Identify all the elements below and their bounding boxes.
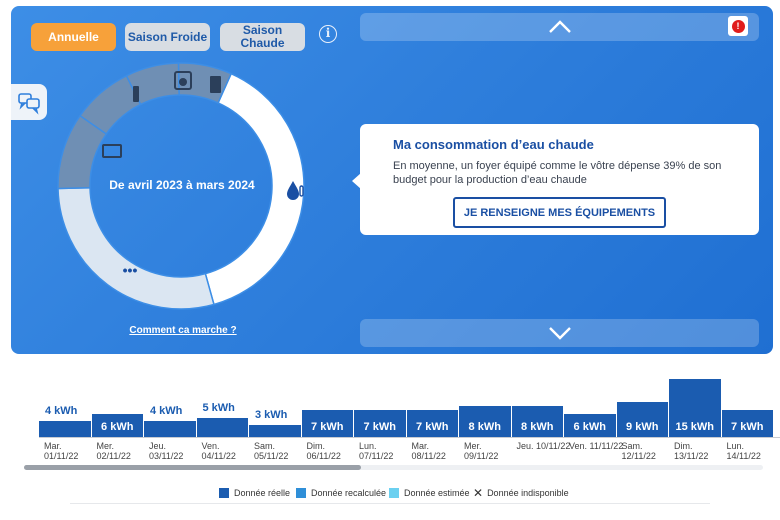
- legend-recalculee-label: Donnée recalculée: [311, 487, 387, 498]
- legend-recalculee: Donnée recalculée: [296, 486, 386, 499]
- bar-04/11/22[interactable]: [196, 417, 248, 437]
- legend-indisponible: ✕ Donnée indisponible: [473, 486, 569, 499]
- bar-value-label: 7 kWh: [311, 421, 344, 433]
- bar-value-label: 8 kWh: [521, 421, 554, 433]
- bar-value-label: 15 kWh: [675, 421, 714, 433]
- donut-segment-other[interactable]: [57, 187, 215, 310]
- close-icon: ✕: [473, 485, 484, 500]
- bar-date-label: Mer. 09/11/22: [464, 441, 499, 461]
- bar-date-label: Ven. 11/11/22: [569, 441, 624, 451]
- alert-symbol: !: [731, 19, 745, 33]
- consumption-panel: Annuelle Saison Froide Saison Chaude i •…: [11, 6, 773, 354]
- card-title: Ma consommation d’eau chaude: [393, 137, 594, 152]
- chart-scrollbar-thumb[interactable]: [24, 465, 361, 470]
- dishwasher-icon: [210, 76, 221, 93]
- donut-period-label: De avril 2023 à mars 2024: [109, 178, 255, 192]
- legend-estimee-swatch: [389, 487, 399, 498]
- bar-date-label: Dim. 06/11/22: [306, 441, 341, 461]
- bar-value-label: 7 kWh: [416, 421, 449, 433]
- bar-date-label: Sam. 12/11/22: [621, 441, 656, 461]
- bar-date-label: Lun. 07/11/22: [359, 441, 394, 461]
- bar-value-label: 3 kWh: [255, 409, 288, 422]
- how-it-works-link[interactable]: Comment ca marche ?: [121, 325, 245, 336]
- legend-reel-label: Donnée réelle: [234, 487, 291, 498]
- tv-icon: [102, 144, 122, 158]
- bar-date-label: Mer. 02/11/22: [96, 441, 131, 461]
- bar-date-label: Jeu. 10/11/22: [516, 441, 571, 451]
- bar-value-label: 7 kWh: [363, 421, 396, 433]
- legend-estimee: Donnée estimée: [389, 486, 470, 499]
- bar-05/11/22[interactable]: [249, 425, 301, 437]
- bar-value-label: 8 kWh: [468, 421, 501, 433]
- hair-dryer-icon: [133, 86, 139, 102]
- legend-reel: Donnée réelle: [219, 486, 290, 499]
- bar-date-label: Lun. 14/11/22: [726, 441, 761, 461]
- bar-date-label: Sam. 05/11/22: [254, 441, 289, 461]
- donut-chart: •••: [57, 62, 305, 310]
- hot-water-card: Ma consommation d’eau chaude En moyenne,…: [360, 124, 759, 235]
- bar-value-label: 5 kWh: [202, 401, 235, 414]
- divider: [70, 503, 710, 504]
- equipment-button[interactable]: JE RENSEIGNE MES ÉQUIPEMENTS: [453, 197, 666, 228]
- bar-value-label: 6 kWh: [101, 421, 134, 433]
- bar-date-label: Mar. 01/11/22: [44, 441, 79, 461]
- bar-date-label: Mar. 08/11/22: [411, 441, 446, 461]
- nav-down-button[interactable]: [360, 319, 759, 347]
- bar-value-label: 6 kWh: [573, 421, 606, 433]
- legend-indisponible-label: Donnée indisponible: [487, 487, 569, 498]
- bar-value-label: 9 kWh: [626, 421, 659, 433]
- bar-date-label: Ven. 04/11/22: [201, 441, 236, 461]
- nav-up-button[interactable]: [360, 13, 759, 41]
- bar-date-label: Dim. 13/11/22: [674, 441, 709, 461]
- alert-icon[interactable]: !: [728, 16, 748, 36]
- more-icon[interactable]: •••: [123, 262, 138, 278]
- bar-value-label: 4 kWh: [45, 405, 78, 418]
- bar-value-label: 7 kWh: [731, 421, 764, 433]
- card-text: En moyenne, un foyer équipé comme le vôt…: [393, 160, 722, 186]
- legend-reel-swatch: [219, 487, 229, 498]
- chevron-down-icon: [548, 327, 571, 340]
- bar-value-label: 4 kWh: [150, 405, 183, 418]
- bar-03/11/22[interactable]: [144, 421, 196, 437]
- legend-estimee-label: Donnée estimée: [404, 487, 470, 498]
- legend-recalculee-swatch: [296, 487, 306, 498]
- chevron-up-icon: [548, 20, 571, 33]
- chart-baseline: [39, 437, 780, 438]
- bar-date-label: Jeu. 03/11/22: [149, 441, 184, 461]
- bar-01/11/22[interactable]: [39, 421, 91, 437]
